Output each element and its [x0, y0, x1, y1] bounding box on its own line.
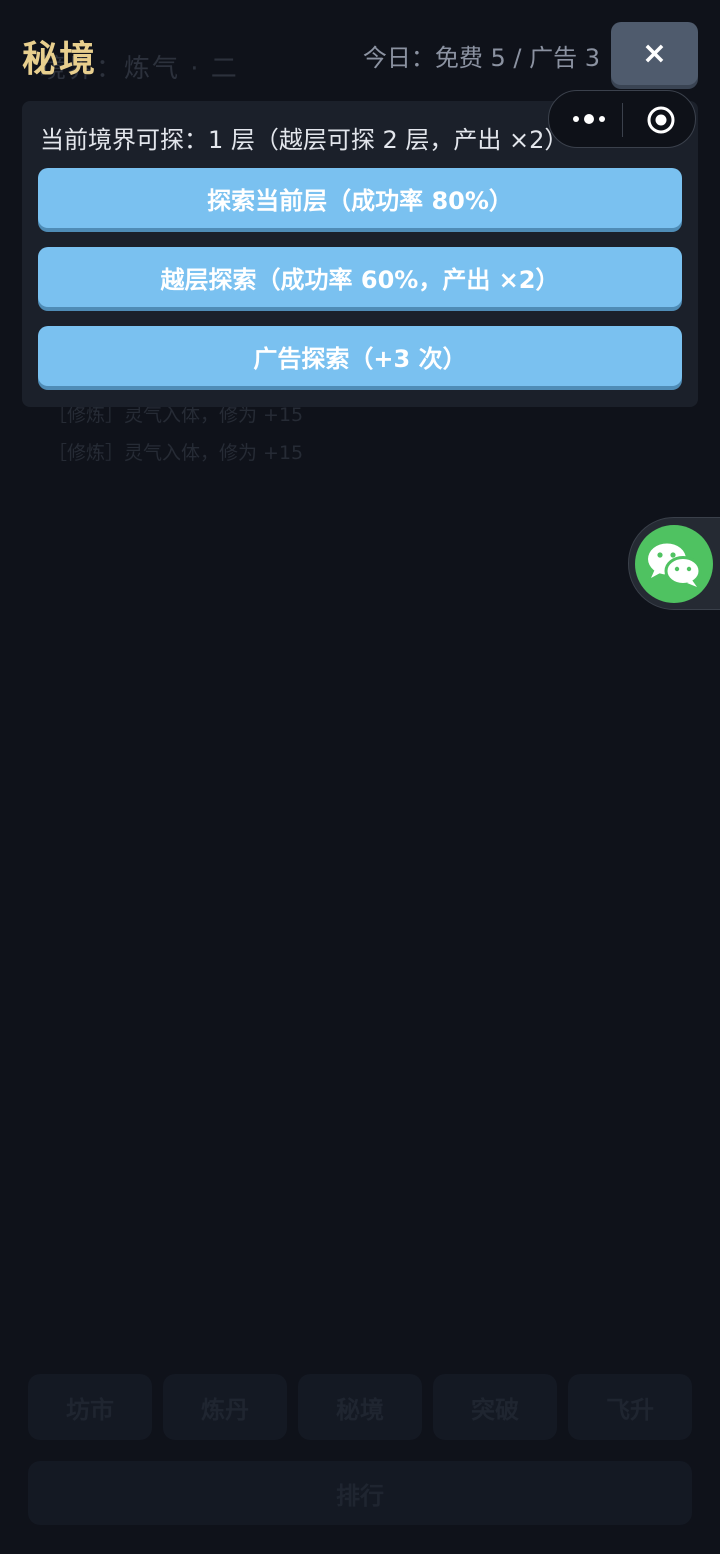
ad-explore-button[interactable]: 广告探索（+3 次） — [38, 326, 682, 386]
modal-title: 秘境 — [22, 39, 97, 80]
explore-info: 当前境界可探：1 层（越层可探 2 层，产出 ×2） — [40, 126, 569, 154]
ranking-button: 排行 — [28, 1461, 692, 1525]
nav-market-button: 坊市 — [28, 1374, 152, 1440]
log-line: ［修炼］灵气入体，修为 +15 — [48, 442, 304, 464]
close-button[interactable]: × — [611, 22, 698, 85]
nav-breakthrough-button: 突破 — [433, 1374, 557, 1440]
daily-quota: 今日：免费 5 / 广告 3 — [362, 44, 600, 72]
wechat-icon — [635, 525, 713, 603]
capsule-divider — [622, 103, 623, 137]
nav-ascend-button: 飞升 — [568, 1374, 692, 1440]
activity-log: ［修炼］灵气入体，修为 +15 ［修炼］灵气入体，修为 +15 — [30, 396, 690, 476]
explore-skip-layer-button[interactable]: 越层探索（成功率 60%，产出 ×2） — [38, 247, 682, 307]
nav-realm-button: 秘境 — [298, 1374, 422, 1440]
miniprogram-capsule — [548, 90, 696, 148]
explore-current-button[interactable]: 探索当前层（成功率 80%） — [38, 168, 682, 228]
more-dots-icon[interactable] — [569, 105, 609, 133]
share-float-button[interactable] — [628, 517, 720, 610]
target-circle-icon[interactable] — [646, 105, 676, 135]
bottom-nav: 坊市 炼丹 秘境 突破 飞升 — [28, 1374, 692, 1440]
nav-alchemy-button: 炼丹 — [163, 1374, 287, 1440]
